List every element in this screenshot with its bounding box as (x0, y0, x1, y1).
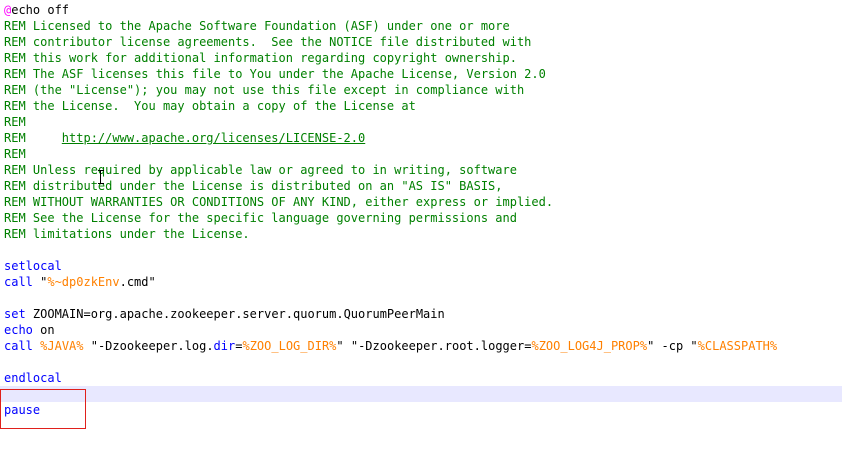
code-line: REM distributed under the License is dis… (4, 179, 503, 193)
code-line: REM Licensed to the Apache Software Foun… (4, 19, 510, 33)
variable: %~dp0zkEnv (47, 275, 120, 289)
code-line: REM this work for additional information… (4, 51, 517, 65)
set-keyword: set (4, 307, 26, 321)
code-line: setlocal (4, 259, 62, 273)
code-line: REM limitations under the License. (4, 227, 250, 241)
text: " "-Dzookeeper.root.logger= (336, 339, 532, 353)
text: "-Dzookeeper.log. (83, 339, 214, 353)
code-line: REM The ASF licenses this file to You un… (4, 67, 546, 81)
code-line: echo on (4, 322, 842, 338)
code-line: endlocal (4, 371, 62, 385)
highlight-box (0, 389, 86, 429)
current-line-highlight (0, 386, 842, 402)
call-keyword: call (4, 275, 33, 289)
text: " -cp " (647, 339, 698, 353)
variable: %ZOO_LOG_DIR% (242, 339, 337, 353)
license-link[interactable]: http://www.apache.org/licenses/LICENSE-2… (62, 131, 365, 145)
code-line: REM WITHOUT WARRANTIES OR CONDITIONS OF … (4, 195, 554, 209)
rem-prefix: REM (4, 131, 62, 145)
text: .cmd" (119, 275, 156, 289)
code-line: REM (4, 115, 26, 129)
code-line: call %JAVA% "-Dzookeeper.log.dir=%ZOO_LO… (4, 338, 842, 354)
code-line: REM (the "License"); you may not use thi… (4, 83, 525, 97)
echo-off-text: echo off (11, 3, 70, 17)
code-line: REM contributor license agreements. See … (4, 35, 532, 49)
quote: " (32, 275, 48, 289)
variable: %CLASSPATH% (697, 339, 778, 353)
code-line: REM (4, 147, 26, 161)
code-line: REM Unless required by applicable law or… (4, 163, 517, 177)
code-editor[interactable]: @echo off REM Licensed to the Apache Sof… (0, 0, 842, 450)
text-cursor-icon (98, 170, 104, 184)
code-line: REM http://www.apache.org/licenses/LICEN… (4, 130, 842, 146)
text: on (32, 323, 55, 337)
code-line: REM the License. You may obtain a copy o… (4, 99, 416, 113)
code-line: @echo off (4, 2, 842, 18)
code-line: set ZOOMAIN=org.apache.zookeeper.server.… (4, 306, 842, 322)
code-line: pause (4, 403, 41, 417)
variable: %ZOO_LOG4J_PROP% (531, 339, 648, 353)
call-keyword: call (4, 339, 33, 353)
code-line: REM See the License for the specific lan… (4, 211, 517, 225)
echo-keyword: echo (4, 323, 33, 337)
variable: %JAVA% (40, 339, 84, 353)
text: ZOOMAIN=org.apache.zookeeper.server.quor… (25, 307, 445, 321)
dir-keyword: dir (213, 339, 236, 353)
code-line: call "%~dp0zkEnv.cmd" (4, 274, 842, 290)
